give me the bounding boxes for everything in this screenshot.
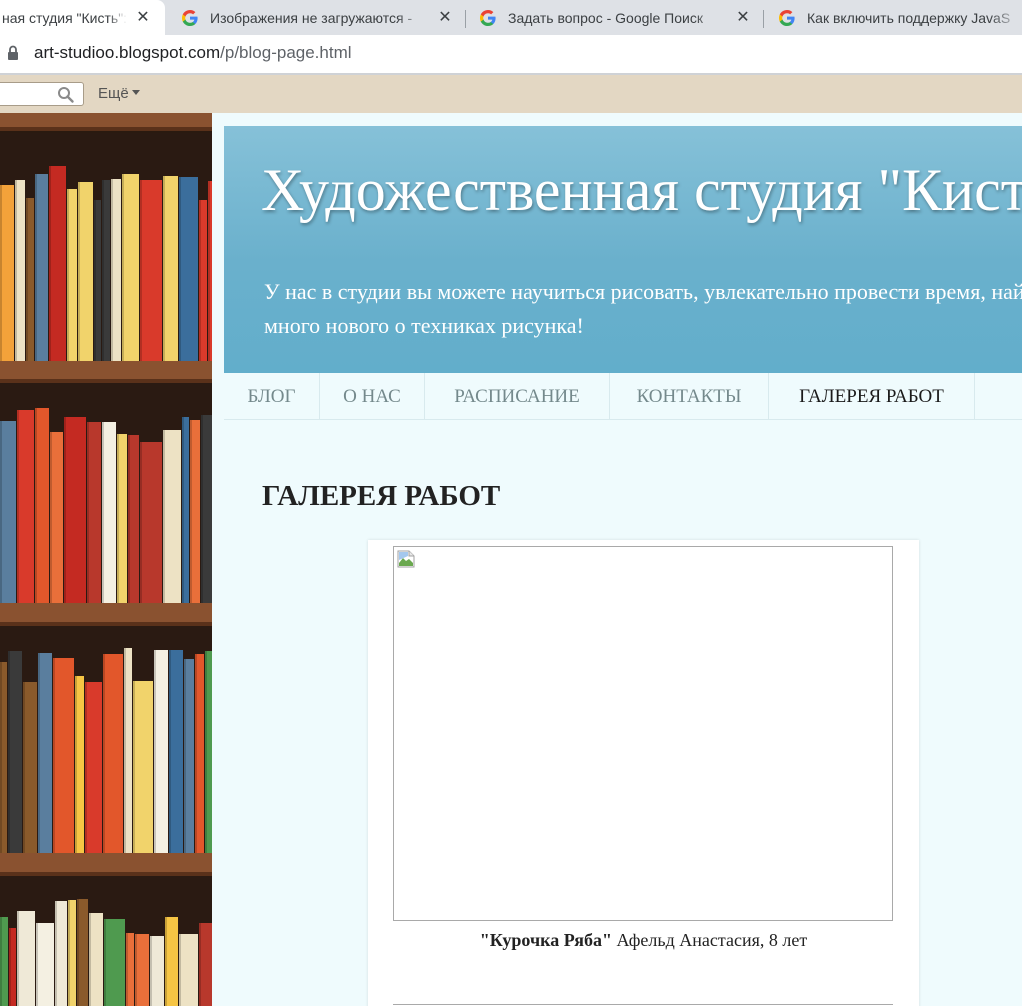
close-tab-icon[interactable]: ✕: [135, 9, 151, 26]
bookshelf-background: [0, 113, 212, 1006]
tab-blog[interactable]: БЛОГ: [224, 373, 320, 420]
google-icon: [479, 9, 496, 26]
post-title: ГАЛЕРЕЯ РАБОТ: [262, 480, 501, 512]
tab-label: РАСПИСАНИЕ: [454, 386, 580, 407]
gallery-image-broken[interactable]: [393, 546, 893, 921]
blog-title[interactable]: Художественная студия "Кисть": [261, 156, 1022, 225]
blog-description: У нас в студии вы можете научиться рисов…: [264, 279, 1022, 338]
tab-gallery[interactable]: ГАЛЕРЕЯ РАБОТ: [769, 373, 975, 420]
tab-label: КОНТАКТЫ: [636, 386, 742, 407]
gallery-card: "Курочка Ряба" Афельд Анастасия, 8 лет: [368, 540, 919, 1006]
browser-tab[interactable]: Изображения не загружаются - ✕: [181, 0, 461, 35]
browser-tab[interactable]: Задать вопрос - Google Поиск ✕: [479, 0, 759, 35]
navbar-more-button[interactable]: Ещё: [98, 85, 140, 102]
browser-tab[interactable]: Как включить поддержку JavaS: [778, 0, 1022, 35]
image-caption: "Курочка Ряба" Афельд Анастасия, 8 лет: [368, 930, 919, 951]
bookshelf-image: [0, 113, 212, 1006]
tab-title: Задать вопрос - Google Поиск: [508, 9, 703, 26]
more-label: Ещё: [98, 85, 129, 102]
url-host: art-studioo.blogspot.com: [34, 43, 221, 62]
google-icon: [181, 9, 198, 26]
url-path: /p/blog-page.html: [220, 43, 352, 62]
lock-icon[interactable]: [6, 44, 20, 62]
close-tab-icon[interactable]: ✕: [437, 9, 453, 26]
tab-separator: [465, 10, 466, 28]
url-text[interactable]: art-studioo.blogspot.com/p/blog-page.htm…: [34, 43, 352, 63]
tab-title: Изображения не загружаются -: [210, 9, 413, 26]
tab-label: О НАС: [343, 386, 401, 407]
caption-author: Афельд Анастасия, 8 лет: [611, 930, 808, 950]
search-icon[interactable]: [57, 86, 75, 104]
tab-separator: [763, 10, 764, 28]
tab-label: БЛОГ: [247, 386, 296, 407]
navbar-search-input[interactable]: [0, 82, 84, 106]
close-tab-icon[interactable]: ✕: [735, 9, 751, 26]
browser-tab-active[interactable]: ная студия "Кисть": ✕: [0, 0, 165, 35]
tab-schedule[interactable]: РАСПИСАНИЕ: [425, 373, 610, 420]
google-icon: [778, 9, 795, 26]
caption-title: "Курочка Ряба": [479, 930, 612, 950]
tab-about[interactable]: О НАС: [320, 373, 425, 420]
broken-image-icon: [396, 549, 416, 569]
page-tabs: БЛОГ О НАС РАСПИСАНИЕ КОНТАКТЫ ГАЛЕРЕЯ Р…: [224, 373, 1022, 420]
tab-label: ГАЛЕРЕЯ РАБОТ: [799, 386, 944, 407]
blogger-navbar: Ещё: [0, 75, 1022, 113]
browser-tab-bar: ная студия "Кисть": ✕ Изображения не заг…: [0, 0, 1022, 35]
address-bar[interactable]: art-studioo.blogspot.com/p/blog-page.htm…: [0, 35, 1022, 73]
tab-title: Как включить поддержку JavaS: [807, 9, 1011, 26]
next-image-border: [393, 1004, 893, 1005]
chevron-down-icon: [131, 89, 140, 95]
tab-title: ная студия "Кисть":: [2, 9, 127, 26]
blog-header: Художественная студия "Кисть" У нас в ст…: [224, 126, 1022, 373]
page-body: Художественная студия "Кисть" У нас в ст…: [0, 113, 1022, 1006]
tab-contacts[interactable]: КОНТАКТЫ: [610, 373, 769, 420]
